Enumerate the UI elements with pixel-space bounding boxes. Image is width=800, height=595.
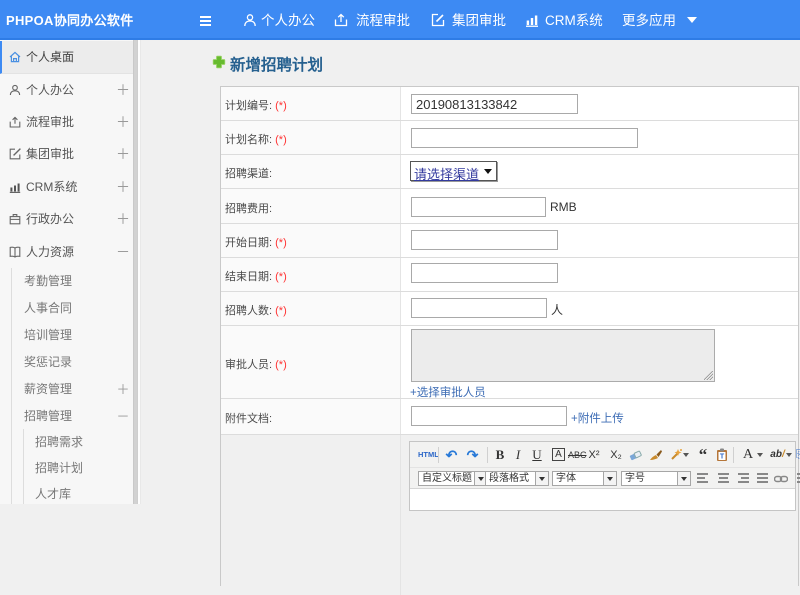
svg-text:T: T — [720, 454, 725, 461]
